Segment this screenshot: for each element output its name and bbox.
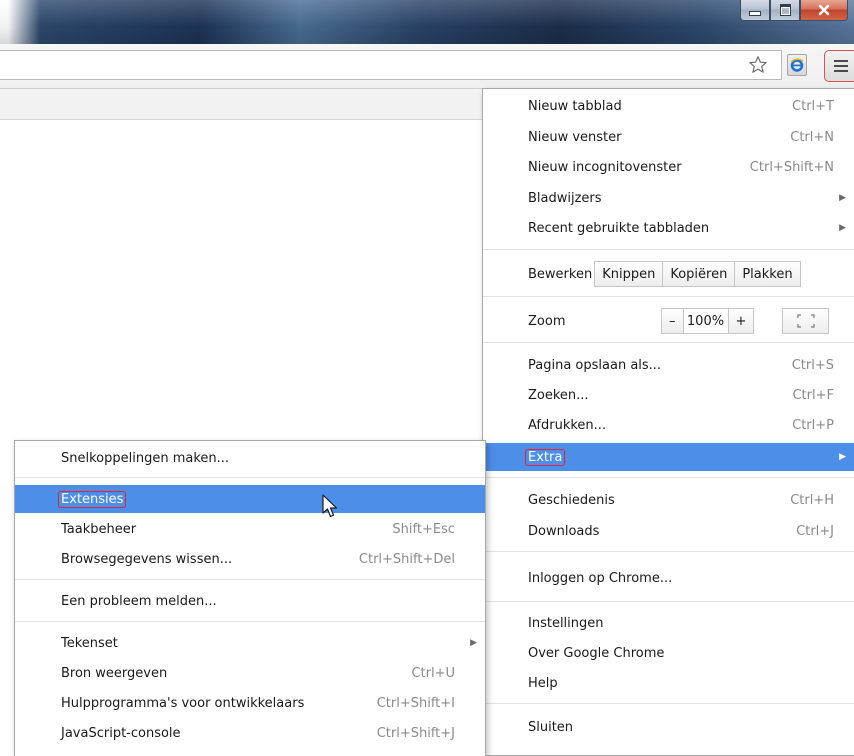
address-bar[interactable] — [0, 50, 782, 80]
window-controls — [740, 0, 848, 22]
menu-separator — [15, 621, 485, 622]
menu-item-print[interactable]: Afdrukken... Ctrl+P — [483, 411, 854, 439]
fullscreen-button[interactable] — [782, 308, 829, 334]
menu-separator — [483, 342, 854, 343]
menu-separator — [483, 249, 854, 250]
submenu-item-dev-tools[interactable]: Hulpprogramma's voor ontwikkelaars Ctrl+… — [15, 689, 485, 717]
close-icon — [818, 4, 830, 16]
window-titlebar[interactable] — [0, 0, 854, 44]
menu-item-new-tab[interactable]: Nieuw tabblad Ctrl+T — [483, 92, 854, 120]
menu-item-tools[interactable]: Extra ▶ — [483, 443, 854, 471]
menu-separator — [15, 579, 485, 580]
menu-separator — [483, 296, 854, 297]
maximize-icon — [779, 4, 791, 16]
hamburger-menu-icon — [834, 60, 848, 62]
menu-item-save-page[interactable]: Pagina opslaan als... Ctrl+S — [483, 351, 854, 379]
chrome-menu-button[interactable] — [824, 50, 854, 82]
submenu-item-report-issue[interactable]: Een probleem melden... — [15, 587, 485, 615]
zoom-label: Zoom — [528, 313, 566, 329]
menu-item-new-window[interactable]: Nieuw venster Ctrl+N — [483, 123, 854, 151]
menu-separator — [483, 551, 854, 552]
browser-toolbar — [0, 44, 854, 89]
submenu-item-extensions[interactable]: Extensies — [15, 485, 485, 513]
submenu-arrow-icon: ▶ — [839, 223, 846, 233]
menu-item-downloads[interactable]: Downloads Ctrl+J — [483, 517, 854, 545]
submenu-arrow-icon: ▶ — [839, 193, 846, 203]
menu-item-exit[interactable]: Sluiten — [483, 713, 854, 741]
tools-label: Extra — [525, 448, 566, 466]
menu-separator — [15, 477, 485, 478]
submenu-item-clear-data[interactable]: Browsegegevens wissen... Ctrl+Shift+Del — [15, 545, 485, 573]
zoom-controls: – 100% + — [661, 308, 755, 334]
menu-item-find[interactable]: Zoeken... Ctrl+F — [483, 381, 854, 409]
chrome-main-menu: Nieuw tabblad Ctrl+T Nieuw venster Ctrl+… — [482, 88, 854, 756]
edit-label: Bewerken — [528, 266, 593, 282]
menu-separator — [483, 703, 854, 704]
paste-button[interactable]: Plakken — [735, 261, 801, 287]
bookmark-star-icon[interactable] — [748, 55, 768, 75]
menu-separator — [483, 477, 854, 478]
menu-item-about[interactable]: Over Google Chrome — [483, 639, 854, 667]
fullscreen-icon — [796, 314, 815, 328]
menu-separator — [483, 601, 854, 602]
menu-item-sign-in[interactable]: Inloggen op Chrome... — [483, 564, 854, 592]
menu-item-new-incognito[interactable]: Nieuw incognitovenster Ctrl+Shift+N — [483, 153, 854, 181]
menu-item-help[interactable]: Help — [483, 669, 854, 697]
submenu-item-view-source[interactable]: Bron weergeven Ctrl+U — [15, 659, 485, 687]
cut-button[interactable]: Knippen — [594, 261, 664, 287]
zoom-level: 100% — [683, 308, 728, 334]
submenu-item-task-manager[interactable]: Taakbeheer Shift+Esc — [15, 515, 485, 543]
menu-row-zoom: Zoom – 100% + — [483, 307, 854, 335]
close-window-button[interactable] — [800, 0, 848, 21]
mouse-pointer-icon — [322, 494, 338, 518]
ie-tab-icon[interactable] — [787, 54, 807, 76]
submenu-item-create-shortcuts[interactable]: Snelkoppelingen maken... — [15, 444, 485, 472]
maximize-button[interactable] — [770, 0, 800, 21]
menu-row-edit: Bewerken Knippen Kopiëren Plakken — [483, 260, 854, 288]
submenu-arrow-icon: ▶ — [839, 452, 846, 462]
tools-submenu: Snelkoppelingen maken... Extensies Taakb… — [14, 440, 486, 756]
submenu-item-encoding[interactable]: Tekenset ▶ — [15, 629, 485, 657]
minimize-button[interactable] — [740, 0, 770, 21]
titlebar-glow — [0, 0, 854, 44]
edit-button-group: Knippen Kopiëren Plakken — [594, 261, 801, 287]
zoom-out-button[interactable]: – — [661, 308, 684, 334]
submenu-item-js-console[interactable]: JavaScript-console Ctrl+Shift+J — [15, 719, 485, 747]
minimize-icon — [749, 10, 761, 16]
zoom-in-button[interactable]: + — [727, 308, 755, 334]
menu-item-bookmarks[interactable]: Bladwijzers ▶ — [483, 184, 854, 212]
menu-item-history[interactable]: Geschiedenis Ctrl+H — [483, 486, 854, 514]
menu-item-recent-tabs[interactable]: Recent gebruikte tabbladen ▶ — [483, 214, 854, 242]
submenu-arrow-icon: ▶ — [470, 638, 477, 648]
copy-button[interactable]: Kopiëren — [663, 261, 736, 287]
extensions-label: Extensies — [58, 490, 127, 508]
menu-item-settings[interactable]: Instellingen — [483, 609, 854, 637]
